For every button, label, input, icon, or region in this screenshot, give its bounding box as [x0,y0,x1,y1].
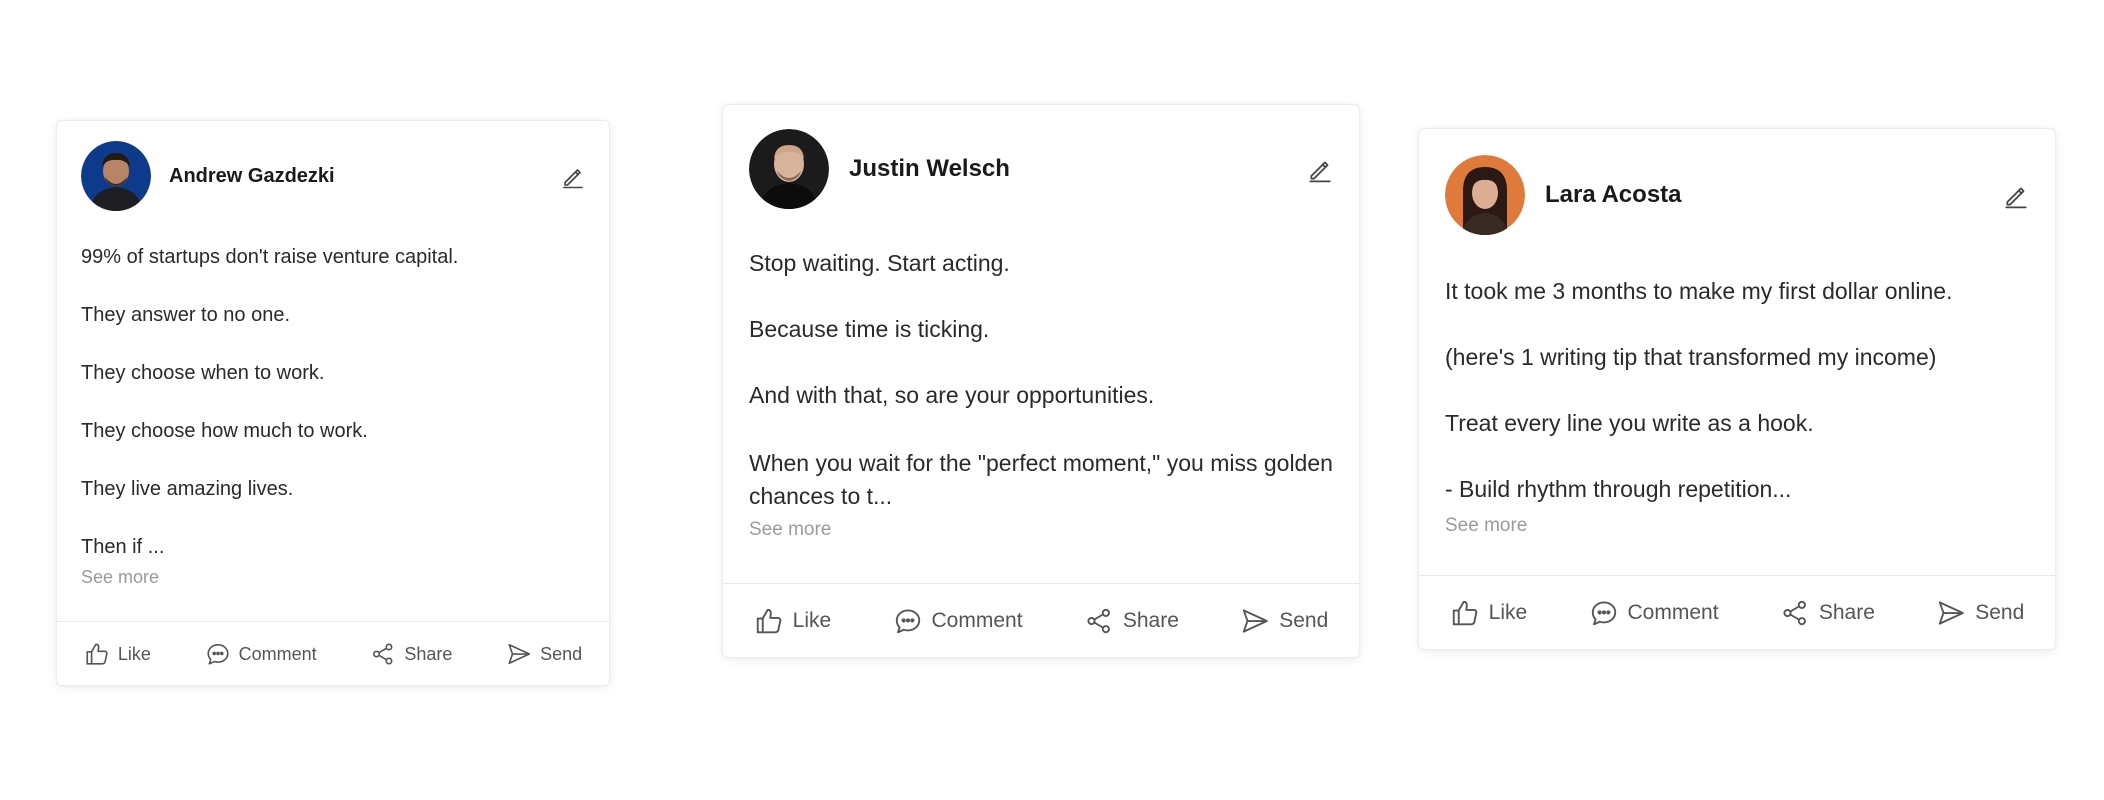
send-label: Send [1279,609,1329,632]
post-header: Justin Welsch [749,129,1010,209]
post-line: Stop waiting. Start acting. [749,250,1010,276]
send-button[interactable]: Send [1240,606,1328,636]
avatar-image [1445,155,1525,235]
comment-button[interactable]: Comment [893,606,1023,636]
post-line: They choose how much to work. [81,420,368,442]
send-label: Send [1975,601,2025,624]
post-card: Andrew Gazdezki 99% of startups don't ra… [56,120,610,686]
author-name[interactable]: Lara Acosta [1545,181,1682,209]
post-card: Justin Welsch Stop waiting. Start acting… [722,104,1360,658]
post-line: Treat every line you write as a hook. [1445,410,1814,436]
author-name[interactable]: Justin Welsch [849,155,1010,183]
post-line: They answer to no one. [81,304,291,326]
avatar[interactable] [749,129,829,209]
share-button[interactable]: Share [1780,598,1875,628]
comment-label: Comment [1627,601,1719,624]
post-line: They choose when to work. [81,362,325,384]
pencil-icon[interactable] [561,165,585,189]
action-bar: Like Comment Share Send [57,622,609,686]
author-name[interactable]: Andrew Gazdezki [169,165,335,188]
post-header: Andrew Gazdezki [81,141,335,211]
share-button[interactable]: Share [1084,606,1179,636]
thumbs-up-icon [756,608,781,634]
share-icon [1783,600,1806,626]
see-more-link[interactable]: See more [1445,515,2029,537]
post-header: Lara Acosta [1445,155,1682,235]
post-body: It took me 3 months to make my first dol… [1445,277,2029,537]
thumbs-up-icon [86,643,108,665]
like-label: Like [792,609,832,632]
share-label: Share [404,643,453,664]
post-body: 99% of startups don't raise venture capi… [81,245,585,588]
post-line: (here's 1 writing tip that transformed m… [1445,344,1937,370]
avatar-image [81,141,151,211]
share-label: Share [1818,601,1875,624]
post-card: Lara Acosta It took me 3 months to make … [1418,128,2056,650]
comment-button[interactable]: Comment [1589,598,1719,628]
avatar[interactable] [81,141,151,211]
share-icon [373,643,393,665]
send-icon [1939,601,1965,625]
see-more-link[interactable]: See more [81,567,585,588]
comment-button[interactable]: Comment [205,641,317,667]
post-line: 99% of startups don't raise venture capi… [81,246,459,268]
pencil-icon[interactable] [1307,157,1333,183]
post-line: It took me 3 months to make my first dol… [1445,278,1953,304]
comment-icon [895,609,920,634]
like-button[interactable]: Like [754,606,832,636]
send-label: Send [540,643,583,664]
post-line: They live amazing lives. [81,478,294,500]
post-line: - Build rhythm through repetition... [1445,476,1792,502]
send-icon [508,643,531,665]
avatar[interactable] [1445,155,1525,235]
comment-icon [207,643,229,665]
like-button[interactable]: Like [84,641,151,667]
post-line: When you wait for the "perfect moment," … [749,450,1333,509]
share-icon [1087,608,1110,634]
share-label: Share [1122,609,1179,632]
post-body: Stop waiting. Start acting. Because time… [749,249,1333,541]
post-line: And with that, so are your opportunities… [749,382,1155,408]
comment-label: Comment [931,609,1023,632]
avatar-image [749,129,829,209]
see-more-link[interactable]: See more [749,519,1333,541]
comment-icon [1591,601,1616,626]
like-label: Like [117,643,151,664]
send-icon [1243,609,1269,633]
comment-label: Comment [238,643,317,664]
send-button[interactable]: Send [506,641,582,667]
pencil-icon[interactable] [2003,183,2029,209]
post-line: Because time is ticking. [749,316,990,342]
thumbs-up-icon [1452,600,1477,626]
like-label: Like [1488,601,1528,624]
action-bar: Like Comment Share Send [1419,576,2055,650]
share-button[interactable]: Share [370,641,452,667]
like-button[interactable]: Like [1450,598,1528,628]
action-bar: Like Comment Share Send [723,584,1359,658]
send-button[interactable]: Send [1936,598,2024,628]
